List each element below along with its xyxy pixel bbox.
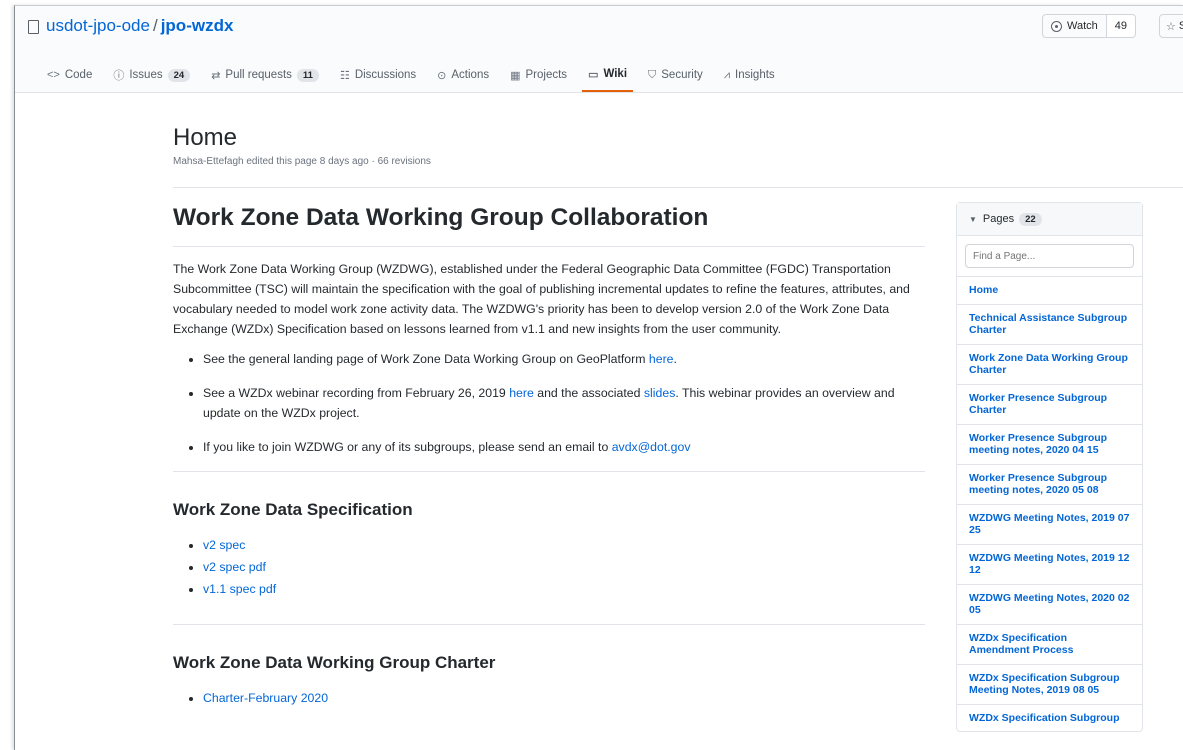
graph-icon: ⩘ [723, 68, 731, 81]
page-title: Home [173, 124, 238, 151]
repo-book-icon [28, 20, 39, 34]
watch-button[interactable]: Watch [1042, 14, 1107, 38]
issue-icon: ⓘ [113, 70, 125, 82]
star-button[interactable]: ☆ S [1159, 14, 1183, 38]
tab-label: Actions [451, 69, 490, 81]
sidebar-page-link[interactable]: Technical Assistance Subgroup Charter [957, 303, 1142, 344]
slides-link[interactable]: slides [644, 386, 675, 400]
tab-label: Pull requests [225, 69, 292, 81]
list-item: v1.1 spec pdf [203, 580, 925, 598]
v2-spec-pdf-link[interactable]: v2 spec pdf [203, 560, 266, 574]
content-heading: Work Zone Data Working Group Collaborati… [173, 204, 709, 231]
tab-label: Wiki [603, 68, 628, 80]
page-list: Home Technical Assistance Subgroup Chart… [957, 276, 1142, 731]
tab-code[interactable]: <> Code [41, 58, 98, 92]
intro-paragraph: The Work Zone Data Working Group (WZDWG)… [173, 262, 910, 336]
list-item: See a WZDx webinar recording from Februa… [203, 383, 925, 423]
sidebar-page-link[interactable]: WZDWG Meeting Notes, 2019 07 25 [957, 503, 1142, 544]
bullet-text: If you like to join WZDWG or any of its … [203, 440, 612, 454]
list-item: See the general landing page of Work Zon… [203, 349, 925, 369]
v1-1-spec-pdf-link[interactable]: v1.1 spec pdf [203, 582, 276, 596]
sidebar-page-link[interactable]: WZDx Specification Subgroup Meeting Note… [957, 663, 1142, 704]
book-icon: ▭ [588, 68, 599, 81]
watch-button-group: Watch 49 [1042, 14, 1137, 38]
webinar-here-link[interactable]: here [509, 386, 534, 400]
sidebar-page-link[interactable]: WZDWG Meeting Notes, 2019 12 12 [957, 543, 1142, 584]
watch-label: Watch [1067, 20, 1098, 32]
sidebar-page-link[interactable]: Work Zone Data Working Group Charter [957, 343, 1142, 384]
tab-actions[interactable]: ⊙ Actions [431, 58, 495, 92]
discussion-icon: ☷ [339, 69, 350, 82]
repo-owner-link[interactable]: usdot-jpo-ode [46, 16, 150, 36]
browser-frame: usdot-jpo-ode / jpo-wzdx Watch 49 ☆ S <>… [14, 5, 1183, 750]
triangle-down-icon: ▼ [969, 214, 977, 224]
heading-divider [173, 246, 925, 247]
repo-title: usdot-jpo-ode / jpo-wzdx [28, 16, 233, 36]
repo-separator: / [152, 16, 158, 35]
repo-name-link[interactable]: jpo-wzdx [161, 16, 234, 36]
tab-label: Projects [525, 69, 568, 81]
pages-toggle[interactable]: ▼ Pages 22 [957, 203, 1142, 236]
page-revision-meta: Mahsa-Ettefagh edited this page 8 days a… [173, 156, 431, 167]
tab-wiki[interactable]: ▭ Wiki [582, 58, 634, 92]
section-heading-spec: Work Zone Data Specification [173, 500, 413, 519]
repo-header: usdot-jpo-ode / jpo-wzdx Watch 49 ☆ S <>… [15, 6, 1183, 93]
tab-label: Security [661, 69, 703, 81]
eye-icon [1051, 20, 1062, 32]
bullet-text: and the associated [533, 386, 644, 400]
wiki-content: Work Zone Data Working Group Collaborati… [173, 204, 925, 711]
pull-request-icon: ⇄ [211, 69, 221, 82]
tab-label: Discussions [354, 69, 417, 81]
issues-count-badge: 24 [167, 68, 191, 82]
geoplatform-here-link[interactable]: here [649, 352, 674, 366]
bullet-text: See a WZDx webinar recording from Februa… [203, 386, 510, 400]
info-bullet-list: See the general landing page of Work Zon… [173, 349, 925, 457]
tab-issues[interactable]: ⓘ Issues 24 [107, 58, 196, 92]
sidebar-page-link[interactable]: WZDx Specification Subgroup [957, 703, 1142, 732]
tab-insights[interactable]: ⩘ Insights [718, 58, 781, 92]
sidebar-page-link[interactable]: Home [957, 276, 1142, 304]
project-icon: ▦ [510, 69, 521, 82]
pull-requests-count-badge: 11 [296, 68, 319, 82]
v2-spec-link[interactable]: v2 spec [203, 538, 245, 552]
sidebar-page-link[interactable]: WZDWG Meeting Notes, 2020 02 05 [957, 583, 1142, 624]
bullet-text: See the general landing page of Work Zon… [203, 352, 649, 366]
spec-link-list: v2 spec v2 spec pdf v1.1 spec pdf [173, 536, 925, 598]
watch-count[interactable]: 49 [1106, 14, 1137, 38]
tab-label: Issues [129, 69, 163, 81]
tab-security[interactable]: ⛉ Security [642, 58, 709, 92]
tab-projects[interactable]: ▦ Projects [504, 58, 573, 92]
section-heading-charter: Work Zone Data Working Group Charter [173, 653, 496, 672]
play-icon: ⊙ [437, 69, 447, 82]
sidebar-page-link[interactable]: Worker Presence Subgroup meeting notes, … [957, 463, 1142, 504]
email-link[interactable]: avdx@dot.gov [612, 440, 691, 454]
sidebar-page-link[interactable]: Worker Presence Subgroup Charter [957, 383, 1142, 424]
list-item: Charter-February 2020 [203, 689, 925, 707]
pages-sidebar: ▼ Pages 22 Home Technical Assistance Sub… [956, 202, 1143, 732]
charter-link-list: Charter-February 2020 [173, 689, 925, 707]
tab-label: Code [64, 69, 93, 81]
wiki-page-header: Home Mahsa-Ettefagh edited this page 8 d… [173, 124, 431, 167]
star-button-group: ☆ S [1159, 14, 1183, 38]
list-item: v2 spec pdf [203, 558, 925, 576]
shield-icon: ⛉ [648, 68, 657, 81]
tab-label: Insights [735, 69, 775, 81]
tab-pull-requests[interactable]: ⇄ Pull requests 11 [205, 58, 325, 92]
find-page-input[interactable] [965, 244, 1134, 268]
header-divider [173, 187, 1183, 188]
tab-discussions[interactable]: ☷ Discussions [334, 58, 422, 92]
star-label: S [1179, 20, 1183, 32]
pages-count-badge: 22 [1019, 212, 1042, 226]
code-icon: <> [47, 69, 60, 81]
pages-label: Pages [982, 213, 1015, 225]
sidebar-page-link[interactable]: WZDx Specification Amendment Process [957, 623, 1142, 664]
repo-nav-tabs: <> Code ⓘ Issues 24 ⇄ Pull requests 11 ☷… [41, 58, 790, 92]
bullet-text: . [673, 352, 677, 366]
list-item: v2 spec [203, 536, 925, 554]
list-item: If you like to join WZDWG or any of its … [203, 437, 925, 457]
sidebar-page-link[interactable]: Worker Presence Subgroup meeting notes, … [957, 423, 1142, 464]
charter-link[interactable]: Charter-February 2020 [203, 691, 328, 705]
star-icon: ☆ [1166, 20, 1176, 33]
